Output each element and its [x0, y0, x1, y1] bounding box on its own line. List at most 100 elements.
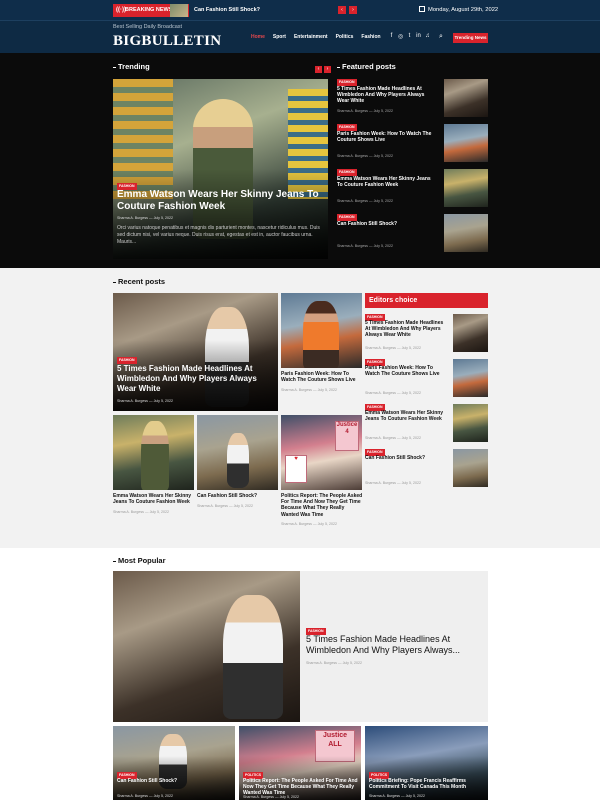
breaking-news-title[interactable]: Can Fashion Still Shock?: [194, 5, 260, 16]
nav-item-sport[interactable]: Sport: [273, 34, 286, 40]
post-date: July 5, 2022: [153, 794, 173, 798]
featured-item-thumbnail[interactable]: [444, 79, 488, 117]
recent-post-thumbnail[interactable]: Justice 4 ♥: [281, 415, 362, 490]
editors-item-meta: Sharma A. Burgess — July 5, 2022: [365, 436, 421, 440]
instagram-icon[interactable]: ◎: [398, 33, 403, 40]
featured-item-thumbnail[interactable]: [444, 124, 488, 162]
top-bar: ((·)) BREAKING NEWS Can Fashion Still Sh…: [0, 0, 600, 20]
author[interactable]: Sharma A. Burgess: [365, 436, 396, 440]
trending-hero-card[interactable]: FASHION Emma Watson Wears Her Skinny Jea…: [113, 79, 328, 259]
author[interactable]: Sharma A. Burgess: [365, 346, 396, 350]
featured-item[interactable]: FASHION Paris Fashion Week: How To Watch…: [337, 124, 488, 162]
editors-item-title[interactable]: 5 Times Fashion Made Headlines At Wimble…: [365, 320, 445, 338]
category-badge[interactable]: FASHION: [337, 169, 357, 176]
recent-post-meta: Sharma A. Burgess — July 5, 2022: [113, 510, 169, 514]
featured-item[interactable]: FASHION Emma Watson Wears Her Skinny Jea…: [337, 169, 488, 207]
author[interactable]: Sharma A. Burgess: [281, 388, 312, 392]
category-badge[interactable]: FASHION: [337, 124, 357, 131]
site-logo[interactable]: BIGBULLETIN: [113, 33, 221, 50]
recent-post-title[interactable]: Paris Fashion Week: How To Watch The Cou…: [281, 371, 362, 383]
author[interactable]: Sharma A. Burgess: [117, 399, 148, 403]
category-badge[interactable]: FASHION: [337, 214, 357, 221]
editors-item-thumbnail[interactable]: [453, 359, 488, 397]
category-badge[interactable]: FASHION: [337, 79, 357, 86]
most-popular-main-image[interactable]: [113, 571, 300, 722]
most-popular-card[interactable]: FASHION Can Fashion Still Shock? Sharma …: [113, 726, 235, 800]
post-date: July 5, 2022: [401, 481, 421, 485]
prev-arrow-button[interactable]: ‹: [338, 6, 346, 14]
most-popular-main-panel[interactable]: FASHION 5 Times Fashion Made Headlines A…: [300, 571, 488, 722]
editors-item[interactable]: FASHION Emma Watson Wears Her Skinny Jea…: [365, 404, 488, 444]
most-popular-card[interactable]: Justice ALL POLITICS Politics Report: Th…: [239, 726, 361, 800]
twitter-icon[interactable]: t: [407, 33, 412, 40]
author[interactable]: Sharma A. Burgess: [365, 481, 396, 485]
editors-item[interactable]: FASHION 5 Times Fashion Made Headlines A…: [365, 314, 488, 354]
most-popular-card-title[interactable]: Politics Report: The People Asked For Ti…: [243, 778, 358, 796]
trending-news-button[interactable]: Trending News: [453, 33, 488, 43]
featured-item-title[interactable]: 5 Times Fashion Made Headlines At Wimble…: [337, 86, 435, 104]
author[interactable]: Sharma A. Burgess: [197, 504, 228, 508]
featured-item[interactable]: FASHION Can Fashion Still Shock? Sharma …: [337, 214, 488, 252]
author[interactable]: Sharma A. Burgess: [337, 109, 368, 113]
linkedin-icon[interactable]: in: [416, 33, 421, 40]
heart-sign: ♥: [285, 455, 307, 483]
most-popular-title[interactable]: 5 Times Fashion Made Headlines At Wimble…: [306, 634, 484, 656]
featured-item-thumbnail[interactable]: [444, 169, 488, 207]
nav-item-politics[interactable]: Politics: [336, 34, 354, 40]
nav-item-home[interactable]: Home: [251, 34, 265, 40]
most-popular-heading: Most Popular: [113, 556, 166, 565]
author[interactable]: Sharma A. Burgess: [337, 154, 368, 158]
author[interactable]: Sharma A. Burgess: [365, 391, 396, 395]
recent-post-title[interactable]: 5 Times Fashion Made Headlines At Wimble…: [117, 364, 272, 394]
recent-post-meta: Sharma A. Burgess — July 5, 2022: [197, 504, 253, 508]
editors-item-title[interactable]: Can Fashion Still Shock?: [365, 455, 445, 461]
author[interactable]: Sharma A. Burgess: [369, 794, 400, 798]
featured-item-title[interactable]: Can Fashion Still Shock?: [337, 221, 435, 227]
editors-item-title[interactable]: Emma Watson Wears Her Skinny Jeans To Co…: [365, 410, 445, 422]
editors-item-thumbnail[interactable]: [453, 404, 488, 442]
post-date: July 5, 2022: [401, 436, 421, 440]
post-date: July 5, 2022: [373, 199, 393, 203]
featured-item-title[interactable]: Emma Watson Wears Her Skinny Jeans To Co…: [337, 176, 435, 188]
facebook-icon[interactable]: f: [389, 33, 394, 40]
author[interactable]: Sharma A. Burgess: [306, 661, 337, 665]
hero-title[interactable]: Emma Watson Wears Her Skinny Jeans To Co…: [117, 189, 322, 212]
author[interactable]: Sharma A. Burgess: [337, 244, 368, 248]
recent-post-title[interactable]: Politics Report: The People Asked For Ti…: [281, 493, 363, 518]
main-nav: Home Sport Entertainment Politics Fashio…: [251, 34, 381, 40]
music-icon[interactable]: ♫: [425, 33, 430, 40]
most-popular-card-title[interactable]: Politics Briefing: Pope Francis Reaffirm…: [369, 778, 484, 790]
author[interactable]: Sharma A. Burgess: [113, 510, 144, 514]
featured-item-title[interactable]: Paris Fashion Week: How To Watch The Cou…: [337, 131, 435, 143]
author[interactable]: Sharma A. Burgess: [117, 216, 148, 220]
author[interactable]: Sharma A. Burgess: [243, 795, 274, 799]
search-icon[interactable]: ⌕: [439, 33, 443, 41]
editors-item-thumbnail[interactable]: [453, 314, 488, 352]
recent-post-title[interactable]: Can Fashion Still Shock?: [197, 493, 278, 499]
next-arrow-button[interactable]: ›: [349, 6, 357, 14]
most-popular-card[interactable]: POLITICS Politics Briefing: Pope Francis…: [365, 726, 488, 800]
category-badge[interactable]: FASHION: [117, 357, 137, 364]
recent-post-big-card[interactable]: FASHION 5 Times Fashion Made Headlines A…: [113, 293, 278, 411]
editors-item-title[interactable]: Paris Fashion Week: How To Watch The Cou…: [365, 365, 445, 377]
recent-post-thumbnail[interactable]: [113, 415, 194, 490]
recent-post-title[interactable]: Emma Watson Wears Her Skinny Jeans To Co…: [113, 493, 196, 505]
nav-item-entertainment[interactable]: Entertainment: [294, 34, 328, 40]
featured-item[interactable]: FASHION 5 Times Fashion Made Headlines A…: [337, 79, 488, 117]
editors-item-thumbnail[interactable]: [453, 449, 488, 487]
date-text: Monday, August 29th, 2022: [428, 7, 499, 13]
author[interactable]: Sharma A. Burgess: [281, 522, 312, 526]
editors-item[interactable]: FASHION Paris Fashion Week: How To Watch…: [365, 359, 488, 399]
trending-next-button[interactable]: ›: [324, 66, 331, 73]
featured-item-thumbnail[interactable]: [444, 214, 488, 252]
post-date: July 5, 2022: [317, 522, 337, 526]
recent-post-thumbnail[interactable]: [197, 415, 278, 490]
author[interactable]: Sharma A. Burgess: [337, 199, 368, 203]
breaking-news-thumbnail[interactable]: [170, 4, 188, 17]
trending-prev-button[interactable]: ‹: [315, 66, 322, 73]
most-popular-card-title[interactable]: Can Fashion Still Shock?: [117, 778, 232, 784]
nav-item-fashion[interactable]: Fashion: [361, 34, 380, 40]
recent-post-thumbnail[interactable]: [281, 293, 362, 368]
author[interactable]: Sharma A. Burgess: [117, 794, 148, 798]
editors-item[interactable]: FASHION Can Fashion Still Shock? Sharma …: [365, 449, 488, 489]
